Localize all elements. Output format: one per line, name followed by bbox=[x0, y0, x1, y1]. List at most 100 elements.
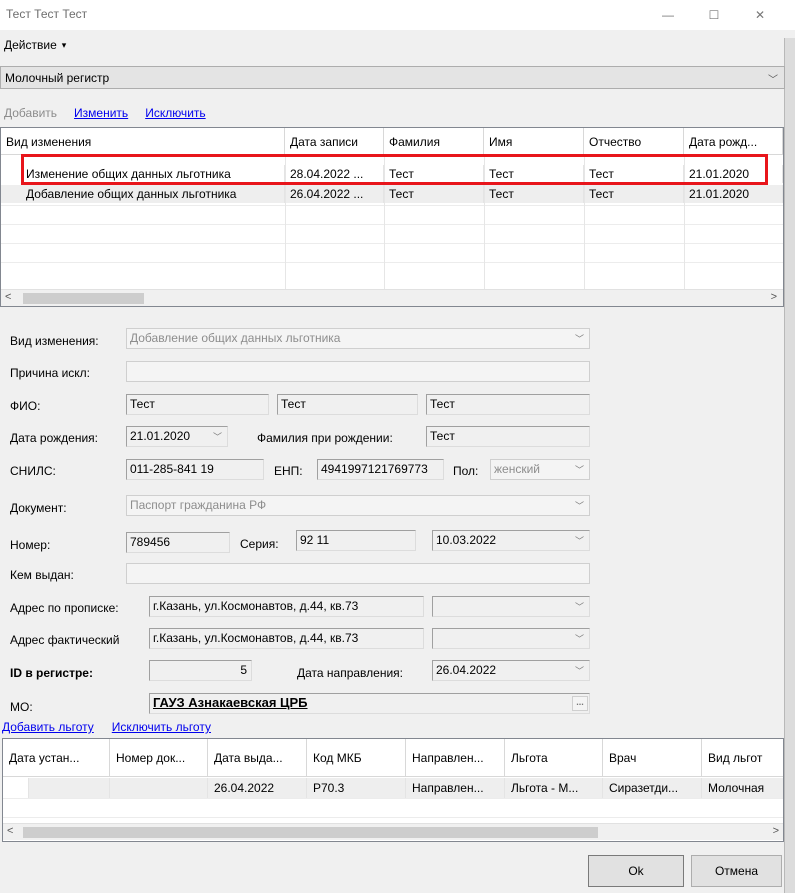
sex-value: женский bbox=[494, 462, 540, 476]
referral-date-picker[interactable]: 26.04.2022 ﹀ bbox=[432, 660, 590, 681]
scroll-right-icon[interactable]: > bbox=[771, 291, 777, 303]
cancel-button[interactable]: Отмена bbox=[691, 855, 782, 887]
column-header-issue-date[interactable]: Дата выда... bbox=[208, 739, 307, 777]
change-type-value: Добавление общих данных льготника bbox=[130, 331, 341, 345]
action-menu[interactable]: Действие ▾ bbox=[0, 33, 66, 57]
enp-field[interactable]: 4941997121769773 bbox=[317, 459, 444, 480]
exclude-link[interactable]: Исключить bbox=[145, 106, 205, 120]
column-header-record-date[interactable]: Дата записи bbox=[285, 128, 384, 155]
grid-line bbox=[3, 798, 783, 799]
document-number-field[interactable]: 789456 bbox=[126, 532, 230, 553]
table-cell: P70.3 bbox=[307, 778, 406, 798]
registry-id-field[interactable]: 5 bbox=[149, 660, 252, 681]
table-cell bbox=[3, 778, 29, 798]
column-header-benefit[interactable]: Льгота bbox=[505, 739, 603, 777]
series-label: Серия: bbox=[240, 537, 279, 551]
change-type-select[interactable]: Добавление общих данных льготника ﹀ bbox=[126, 328, 590, 349]
chevron-down-icon[interactable]: ﹀ bbox=[572, 534, 587, 548]
grid-line bbox=[1, 243, 783, 244]
birth-last-name-field[interactable]: Тест bbox=[426, 426, 590, 447]
table-cell: 26.04.2022 ... bbox=[285, 185, 384, 203]
minimize-icon[interactable]: — bbox=[645, 0, 691, 30]
scrollbar-thumb[interactable] bbox=[23, 827, 598, 838]
snils-label: СНИЛС: bbox=[10, 464, 56, 478]
registry-select-value: Молочный регистр bbox=[5, 71, 110, 85]
scroll-right-icon[interactable]: > bbox=[773, 825, 779, 837]
scrollbar-thumb[interactable] bbox=[23, 293, 144, 304]
column-header-birth-date[interactable]: Дата рожд... bbox=[684, 128, 783, 155]
document-value: Паспорт гражданина РФ bbox=[130, 498, 267, 512]
sex-select[interactable]: женский ﹀ bbox=[490, 459, 590, 480]
ok-button[interactable]: Ok bbox=[588, 855, 684, 887]
scroll-left-icon[interactable]: < bbox=[7, 825, 13, 837]
exclusion-reason-label: Причина искл: bbox=[10, 366, 91, 380]
column-header-referral[interactable]: Направлен... bbox=[406, 739, 505, 777]
add-benefit-link[interactable]: Добавить льготу bbox=[2, 720, 94, 734]
sex-label: Пол: bbox=[453, 464, 479, 478]
fio-label: ФИО: bbox=[10, 399, 41, 413]
column-header-middle-name[interactable]: Отчество bbox=[584, 128, 684, 155]
middle-name-field[interactable]: Тест bbox=[426, 394, 590, 415]
chevron-down-icon: ﹀ bbox=[574, 334, 584, 344]
chevron-down-icon[interactable]: ﹀ bbox=[572, 664, 587, 678]
exclude-benefit-link[interactable]: Исключить льготу bbox=[112, 720, 211, 734]
maximize-icon[interactable]: ☐ bbox=[691, 0, 737, 30]
column-header-benefit-type[interactable]: Вид льгот bbox=[702, 739, 783, 777]
chevron-down-icon: ﹀ bbox=[574, 501, 584, 511]
birth-date-picker[interactable]: 21.01.2020 ﹀ bbox=[126, 426, 228, 447]
title-bar: Тест Тест Тест — ☐ ✕ bbox=[0, 0, 795, 30]
number-label: Номер: bbox=[10, 538, 51, 552]
caret-down-icon: ▾ bbox=[61, 39, 67, 50]
changes-grid-scrollbar[interactable]: < > bbox=[1, 289, 783, 306]
table-cell: Добавление общих данных льготника bbox=[21, 185, 285, 203]
column-header-doc-number[interactable]: Номер док... bbox=[110, 739, 208, 777]
issue-date-value: 10.03.2022 bbox=[436, 533, 497, 547]
chevron-down-icon[interactable]: ﹀ bbox=[210, 430, 225, 444]
column-header-mkb-code[interactable]: Код МКБ bbox=[307, 739, 406, 777]
table-cell: Тест bbox=[584, 185, 684, 203]
birth-date-value: 21.01.2020 bbox=[130, 429, 191, 443]
actual-address-field[interactable]: г.Казань, ул.Космонавтов, д.44, кв.73 bbox=[149, 628, 424, 649]
edit-link[interactable]: Изменить bbox=[74, 106, 128, 120]
reg-address-label: Адрес по прописке: bbox=[10, 601, 119, 615]
registry-select[interactable]: Молочный регистр ﹀ bbox=[0, 66, 785, 89]
registry-id-label: ID в регистре: bbox=[10, 666, 93, 680]
chevron-down-icon[interactable]: ﹀ bbox=[572, 632, 587, 646]
column-header-change-type[interactable]: Вид изменения bbox=[1, 128, 285, 155]
table-cell: Молочная bbox=[702, 778, 783, 798]
scroll-left-icon[interactable]: < bbox=[5, 291, 11, 303]
column-header-first-name[interactable]: Имя bbox=[484, 128, 584, 155]
document-series-field[interactable]: 92 11 bbox=[296, 530, 416, 551]
table-cell: 21.01.2020 bbox=[684, 185, 783, 203]
browse-button[interactable]: ... bbox=[572, 696, 588, 711]
selected-row-highlight bbox=[21, 154, 768, 185]
benefits-grid-scrollbar[interactable]: < > bbox=[3, 823, 783, 840]
exclusion-reason-field[interactable] bbox=[126, 361, 590, 382]
grid-line bbox=[1, 262, 783, 263]
chevron-down-icon[interactable]: ﹀ bbox=[572, 600, 587, 614]
issue-date-picker[interactable]: 10.03.2022 ﹀ bbox=[432, 530, 590, 551]
table-row[interactable]: Добавление общих данных льготника 26.04.… bbox=[1, 185, 783, 203]
first-name-field[interactable]: Тест bbox=[277, 394, 418, 415]
last-name-field[interactable]: Тест bbox=[126, 394, 269, 415]
document-label: Документ: bbox=[10, 501, 67, 515]
close-icon[interactable]: ✕ bbox=[737, 0, 783, 30]
document-select[interactable]: Паспорт гражданина РФ ﹀ bbox=[126, 495, 590, 516]
birth-date-label: Дата рождения: bbox=[10, 431, 98, 445]
change-type-label: Вид изменения: bbox=[10, 334, 99, 348]
column-header-set-date[interactable]: Дата устан... bbox=[3, 739, 110, 777]
changes-toolbar: Добавить Изменить Исключить bbox=[4, 106, 206, 120]
mo-field[interactable]: ГАУЗ Азнакаевская ЦРБ ... bbox=[149, 693, 590, 714]
reg-address-select[interactable]: ﹀ bbox=[432, 596, 590, 617]
issued-by-field[interactable] bbox=[126, 563, 590, 584]
grid-line bbox=[1, 205, 783, 206]
mo-label: МО: bbox=[10, 700, 33, 714]
column-header-doctor[interactable]: Врач bbox=[603, 739, 702, 777]
actual-address-select[interactable]: ﹀ bbox=[432, 628, 590, 649]
add-link[interactable]: Добавить bbox=[4, 106, 57, 120]
column-header-last-name[interactable]: Фамилия bbox=[384, 128, 484, 155]
snils-field[interactable]: 011-285-841 19 bbox=[126, 459, 264, 480]
table-row[interactable]: 26.04.2022 P70.3 Направлен... Льгота - М… bbox=[3, 778, 783, 798]
reg-address-field[interactable]: г.Казань, ул.Космонавтов, д.44, кв.73 bbox=[149, 596, 424, 617]
table-cell: Тест bbox=[384, 185, 484, 203]
